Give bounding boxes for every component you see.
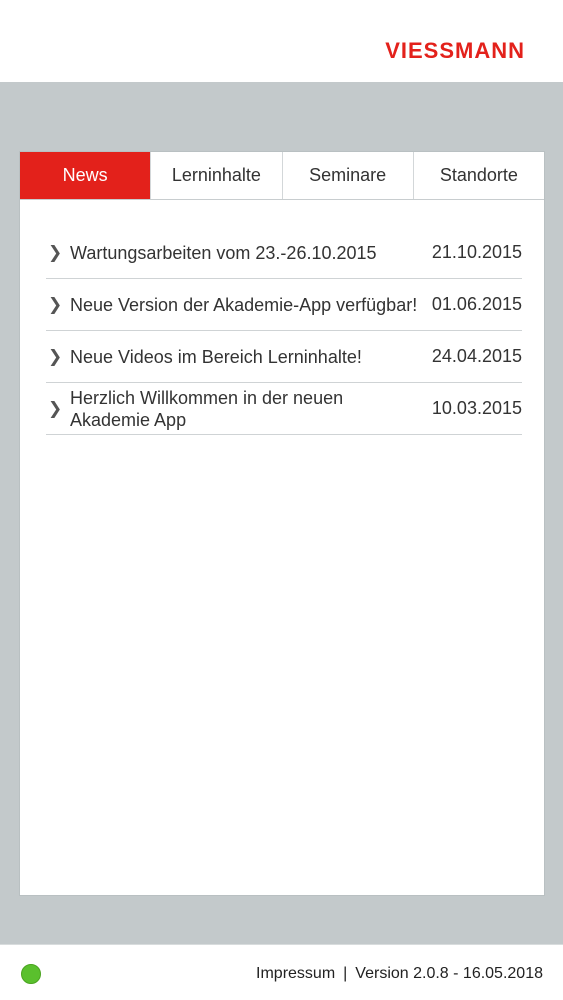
viessmann-logo: VIESSMANN — [385, 38, 525, 63]
news-date: 21.10.2015 — [431, 242, 522, 262]
news-item[interactable]: ❯ Neue Version der Akademie-App verfügba… — [46, 279, 522, 331]
news-item[interactable]: ❯ Neue Videos im Bereich Lerninhalte! 24… — [46, 331, 522, 383]
chevron-right-icon: ❯ — [48, 294, 63, 314]
version-text: Version 2.0.8 - 16.05.2018 — [355, 965, 543, 982]
chevron-right-icon: ❯ — [48, 346, 63, 366]
tab-standorte[interactable]: Standorte — [412, 152, 544, 199]
news-date: 24.04.2015 — [431, 346, 522, 366]
news-item[interactable]: ❯ Wartungsarbeiten vom 23.-26.10.2015 21… — [46, 227, 522, 279]
footer-info: Impressum | Version 2.0.8 - 16.05.2018 — [256, 965, 543, 983]
news-title: Neue Version der Akademie-App verfügbar! — [70, 294, 418, 315]
footer-separator: | — [343, 965, 348, 982]
news-title: Wartungsarbeiten vom 23.-26.10.2015 — [70, 242, 377, 263]
news-item[interactable]: ❯ Herzlich Willkommen in der neuen Akade… — [46, 383, 522, 435]
app-header: VIESSMANN — [0, 0, 563, 82]
news-date: 01.06.2015 — [431, 294, 522, 314]
chevron-right-icon: ❯ — [48, 398, 63, 418]
tab-lerninhalte[interactable]: Lerninhalte — [150, 152, 281, 199]
news-title: Herzlich Willkommen in der neuen Akademi… — [70, 387, 344, 430]
tab-bar: News Lerninhalte Seminare Standorte — [20, 152, 544, 200]
news-list: ❯ Wartungsarbeiten vom 23.-26.10.2015 21… — [46, 227, 522, 435]
app-footer: Impressum | Version 2.0.8 - 16.05.2018 — [0, 944, 563, 1000]
tab-news[interactable]: News — [20, 152, 151, 199]
status-indicator-icon — [21, 964, 41, 984]
content-panel: News Lerninhalte Seminare Standorte ❯ Wa… — [19, 151, 545, 896]
news-date: 10.03.2015 — [431, 398, 522, 418]
impressum-link[interactable]: Impressum — [256, 965, 335, 982]
chevron-right-icon: ❯ — [48, 242, 63, 262]
news-title: Neue Videos im Bereich Lerninhalte! — [70, 346, 362, 367]
tab-seminare[interactable]: Seminare — [281, 152, 413, 199]
